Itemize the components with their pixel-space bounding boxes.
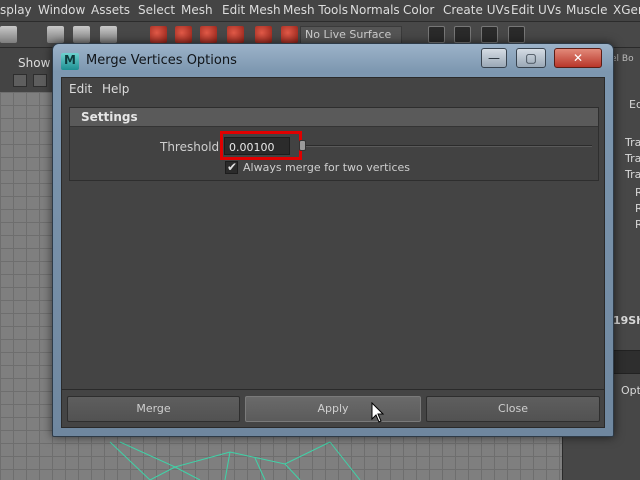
- save-icon[interactable]: [0, 26, 17, 43]
- render-frame-icon[interactable]: [454, 26, 471, 43]
- threshold-slider-track[interactable]: [306, 145, 592, 147]
- options-fragment[interactable]: Opti: [621, 384, 640, 397]
- maya-logo-letter: M: [64, 53, 76, 67]
- merge-vertices-dialog: M Merge Vertices Options — ▢ ✕ Edit Help…: [52, 43, 614, 437]
- attr-translate-x: Tra: [625, 136, 640, 149]
- edit-menu-fragment[interactable]: Ed: [629, 98, 640, 111]
- menu-normals[interactable]: Normals: [350, 3, 400, 17]
- minimize-icon: —: [488, 51, 500, 65]
- menu-mesh-tools[interactable]: Mesh Tools: [283, 3, 348, 17]
- minimize-button[interactable]: —: [481, 48, 507, 68]
- live-surface-field[interactable]: No Live Surface: [300, 26, 402, 44]
- dialog-menu-edit[interactable]: Edit: [69, 82, 92, 96]
- dialog-title: Merge Vertices Options: [86, 53, 237, 68]
- close-window-button[interactable]: ✕: [554, 48, 602, 68]
- snap-surface-icon[interactable]: [255, 26, 272, 43]
- threshold-highlight-box: [220, 131, 302, 160]
- ipr-render-icon[interactable]: [481, 26, 498, 43]
- paint-select-icon[interactable]: [100, 26, 117, 43]
- panel-toolbar: Show: [0, 48, 56, 92]
- main-menubar: splay Window Assets Select Mesh Edit Mes…: [0, 0, 640, 22]
- dialog-menu-help[interactable]: Help: [102, 82, 129, 96]
- apply-button[interactable]: Apply: [245, 396, 421, 422]
- shape-node-label: 19Sh: [613, 314, 640, 327]
- snap-view-icon[interactable]: [227, 26, 244, 43]
- render-settings-icon[interactable]: [508, 26, 525, 43]
- threshold-label: Threshold:: [160, 140, 224, 154]
- merge-button[interactable]: Merge: [67, 396, 240, 422]
- mouse-cursor-icon: [371, 402, 385, 423]
- snap-curve-icon[interactable]: [175, 26, 192, 43]
- maya-app-icon: M: [61, 53, 79, 70]
- menu-window[interactable]: Window: [38, 3, 85, 17]
- render-view-icon[interactable]: [428, 26, 445, 43]
- grid-toggle-icon[interactable]: [33, 74, 47, 87]
- threshold-slider-handle[interactable]: [299, 140, 306, 151]
- maximize-icon: ▢: [525, 51, 537, 65]
- snap-point-icon[interactable]: [200, 26, 217, 43]
- menu-color[interactable]: Color: [403, 3, 434, 17]
- select-tool-icon[interactable]: [47, 26, 64, 43]
- make-live-icon[interactable]: [281, 26, 298, 43]
- attr-rotate-x: R: [635, 186, 640, 199]
- layer-editor-box: [613, 350, 640, 374]
- menu-muscle[interactable]: Muscle: [566, 3, 608, 17]
- menu-select[interactable]: Select: [138, 3, 175, 17]
- lasso-tool-icon[interactable]: [73, 26, 90, 43]
- menu-display[interactable]: splay: [0, 3, 32, 17]
- menu-create-uvs[interactable]: Create UVs: [443, 3, 510, 17]
- maximize-button[interactable]: ▢: [516, 48, 546, 68]
- menu-edit-uvs[interactable]: Edit UVs: [511, 3, 561, 17]
- checkmark-icon: ✔: [227, 160, 238, 174]
- show-menu[interactable]: Show: [18, 56, 50, 70]
- always-merge-label: Always merge for two vertices: [243, 161, 410, 174]
- settings-title: Settings: [81, 110, 138, 124]
- dialog-menubar: Edit Help: [62, 78, 604, 100]
- settings-frame: Settings Threshold: ✔ Always merge for t…: [69, 107, 599, 181]
- attr-rotate-y: R: [635, 202, 640, 215]
- snap-grid-icon[interactable]: [150, 26, 167, 43]
- channel-box-tab[interactable]: el Bo: [611, 54, 634, 64]
- dialog-client-area: Edit Help Settings Threshold: ✔ Always m…: [61, 77, 605, 428]
- camera-icon[interactable]: [13, 74, 27, 87]
- attr-rotate-z: R: [635, 218, 640, 231]
- always-merge-checkbox[interactable]: ✔: [225, 160, 238, 174]
- menu-xgen[interactable]: XGen: [613, 3, 640, 17]
- menu-assets[interactable]: Assets: [91, 3, 130, 17]
- attr-translate-y: Tra: [625, 152, 640, 165]
- close-icon: ✕: [572, 51, 584, 65]
- close-button[interactable]: Close: [426, 396, 600, 422]
- button-separator: [62, 389, 604, 390]
- menu-mesh[interactable]: Mesh: [181, 3, 213, 17]
- menu-edit-mesh[interactable]: Edit Mesh: [222, 3, 281, 17]
- settings-header[interactable]: Settings: [70, 108, 598, 127]
- attr-translate-z: Tra: [625, 168, 640, 181]
